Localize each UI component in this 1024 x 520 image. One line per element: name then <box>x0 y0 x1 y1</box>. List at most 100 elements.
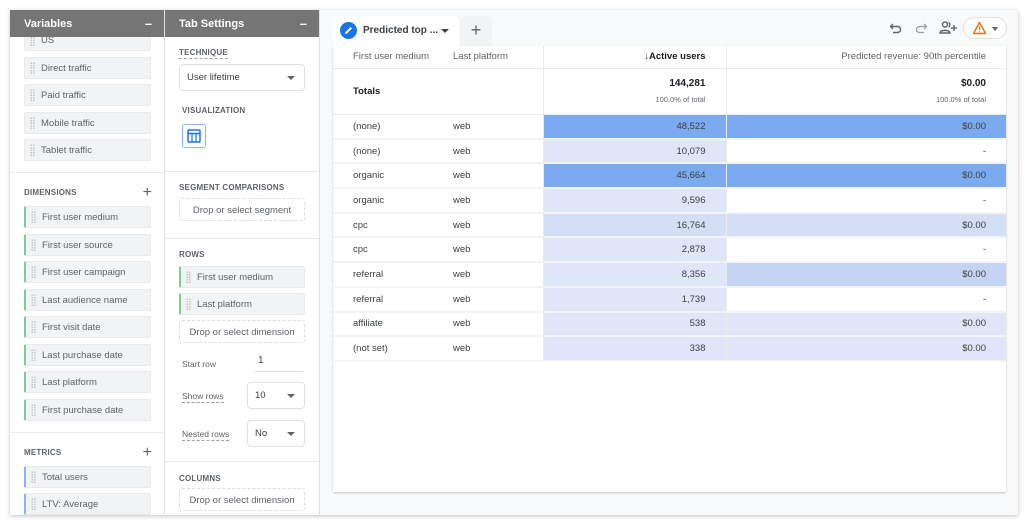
table-row[interactable]: referral web 1,739- <box>333 286 1006 313</box>
drag-handle-icon[interactable] <box>31 498 36 510</box>
segment-label: Direct traffic <box>41 63 92 74</box>
collapse-variables-button[interactable]: – <box>145 16 152 31</box>
dimension-label: First purchase date <box>42 405 124 416</box>
drag-handle-icon[interactable] <box>31 266 36 278</box>
metrics-label: METRICS <box>24 448 62 457</box>
divider <box>165 171 319 172</box>
dimension-chip[interactable]: First purchase date <box>24 399 151 421</box>
drag-handle-icon[interactable] <box>30 89 35 101</box>
table-row[interactable]: cpc web 2,878- <box>333 237 1006 264</box>
technique-label: TECHNIQUE <box>179 48 228 59</box>
share-user-icon[interactable] <box>938 20 958 36</box>
segment-chip[interactable]: Mobile traffic <box>24 112 151 134</box>
drag-handle-icon[interactable] <box>31 349 36 361</box>
segment-label: Paid traffic <box>41 90 86 101</box>
drag-handle-icon[interactable] <box>31 294 36 306</box>
columns-dropzone[interactable]: Drop or select dimension <box>179 488 305 511</box>
nested-rows-value: No <box>255 428 268 439</box>
cell-last-platform: web <box>433 336 543 362</box>
table-row[interactable]: (none) web 10,079- <box>333 138 1006 165</box>
metric-chip[interactable]: Total users <box>24 466 151 488</box>
col-header-active-users[interactable]: ↓Active users <box>542 46 726 69</box>
table-row[interactable]: (not set) web 338 $0.00 <box>333 336 1006 362</box>
cell-active-users: 8,356 <box>542 262 726 288</box>
tab-menu-caret-icon[interactable] <box>441 29 449 33</box>
drag-handle-icon[interactable] <box>30 117 35 129</box>
table-row[interactable]: organic web 9,596- <box>333 188 1006 214</box>
table-header-row: First user medium Last platform ↓Active … <box>333 46 1006 69</box>
segment-dropzone[interactable]: Drop or select segment <box>179 198 305 221</box>
table-row[interactable]: (none) web 48,522 $0.00 <box>333 114 1006 140</box>
totals-active-users-pct: 100.0% of total <box>655 95 706 104</box>
undo-icon[interactable] <box>888 20 904 36</box>
cell-first-user-medium: (not set) <box>333 336 433 362</box>
start-row-input[interactable]: 1 <box>255 355 303 372</box>
drag-handle-icon[interactable] <box>31 471 36 483</box>
cell-first-user-medium: cpc <box>333 237 433 264</box>
cell-predicted-revenue: $0.00 <box>725 311 1006 338</box>
warning-menu-button[interactable] <box>963 17 1007 39</box>
pencil-icon[interactable] <box>340 22 357 39</box>
data-table: First user medium Last platform ↓Active … <box>333 46 1006 362</box>
dimension-chip[interactable]: Last audience name <box>24 289 151 311</box>
col-header-first-user-medium[interactable]: First user medium <box>333 46 433 69</box>
rows-dropzone[interactable]: Drop or select dimension <box>179 320 305 343</box>
drag-handle-icon[interactable] <box>31 321 36 333</box>
cell-predicted-revenue: - <box>725 237 1006 264</box>
cell-active-users: 10,079 <box>542 138 726 165</box>
metric-chip[interactable]: LTV: Average <box>24 493 151 515</box>
segment-chip[interactable]: Tablet traffic <box>24 139 151 161</box>
dimension-label: First visit date <box>42 322 101 333</box>
drag-handle-icon[interactable] <box>31 239 36 251</box>
add-dimension-button[interactable]: + <box>143 185 152 201</box>
drag-handle-icon[interactable] <box>31 211 36 223</box>
drag-handle-icon[interactable] <box>186 298 191 310</box>
table-row[interactable]: organic web 45,664 $0.00 <box>333 163 1006 190</box>
col-header-last-platform[interactable]: Last platform <box>433 46 543 69</box>
segment-comparisons-label: SEGMENT COMPARISONS <box>179 183 285 192</box>
drag-handle-icon[interactable] <box>30 62 35 74</box>
row-chip[interactable]: Last platform <box>179 293 305 315</box>
dimension-chip[interactable]: First visit date <box>24 316 151 338</box>
dimension-label: First user source <box>42 240 113 251</box>
dimension-chip[interactable]: First user medium <box>24 206 151 228</box>
table-row[interactable]: affiliate web 538 $0.00 <box>333 311 1006 338</box>
table-visualization-button[interactable] <box>182 124 206 148</box>
drag-handle-icon[interactable] <box>31 376 36 388</box>
nested-rows-select[interactable]: No <box>247 420 305 447</box>
totals-label: Totals <box>333 68 433 115</box>
dimension-chip[interactable]: First user source <box>24 234 151 256</box>
drag-handle-icon[interactable] <box>186 271 191 283</box>
show-rows-select[interactable]: 10 <box>247 382 305 409</box>
col-header-predicted-revenue[interactable]: Predicted revenue: 90th percentile <box>725 46 1006 69</box>
dimensions-label: DIMENSIONS <box>24 188 77 197</box>
dimension-chip[interactable]: First user campaign <box>24 261 151 283</box>
row-chip[interactable]: First user medium <box>179 266 305 288</box>
technique-value: User lifetime <box>187 72 240 83</box>
drag-handle-icon[interactable] <box>31 404 36 416</box>
cell-first-user-medium: referral <box>333 262 433 288</box>
show-rows-value: 10 <box>255 390 266 401</box>
dropdown-caret-icon <box>287 432 295 436</box>
drag-handle-icon[interactable] <box>30 144 35 156</box>
divider <box>165 461 319 462</box>
table-icon <box>187 129 201 143</box>
tab-predicted-top[interactable]: Predicted top ... <box>333 16 459 46</box>
cell-first-user-medium: organic <box>333 163 433 190</box>
redo-icon[interactable] <box>913 20 929 36</box>
cell-predicted-revenue: - <box>725 138 1006 165</box>
table-row[interactable]: cpc web 16,764 $0.00 <box>333 212 1006 239</box>
show-rows-label-text: Show rows <box>182 391 224 403</box>
dimension-chip[interactable]: Last purchase date <box>24 344 151 366</box>
dimension-label: Last audience name <box>42 295 128 306</box>
segment-chip[interactable]: Paid traffic <box>24 84 151 106</box>
cell-predicted-revenue: $0.00 <box>725 336 1006 362</box>
technique-select[interactable]: User lifetime <box>179 64 305 91</box>
cell-last-platform: web <box>433 212 543 239</box>
collapse-tab-settings-button[interactable]: – <box>300 16 307 31</box>
add-tab-button[interactable]: + <box>460 16 492 46</box>
segment-chip[interactable]: Direct traffic <box>24 57 151 79</box>
add-metric-button[interactable]: + <box>143 445 152 461</box>
table-row[interactable]: referral web 8,356 $0.00 <box>333 262 1006 288</box>
dimension-chip[interactable]: Last platform <box>24 371 151 393</box>
